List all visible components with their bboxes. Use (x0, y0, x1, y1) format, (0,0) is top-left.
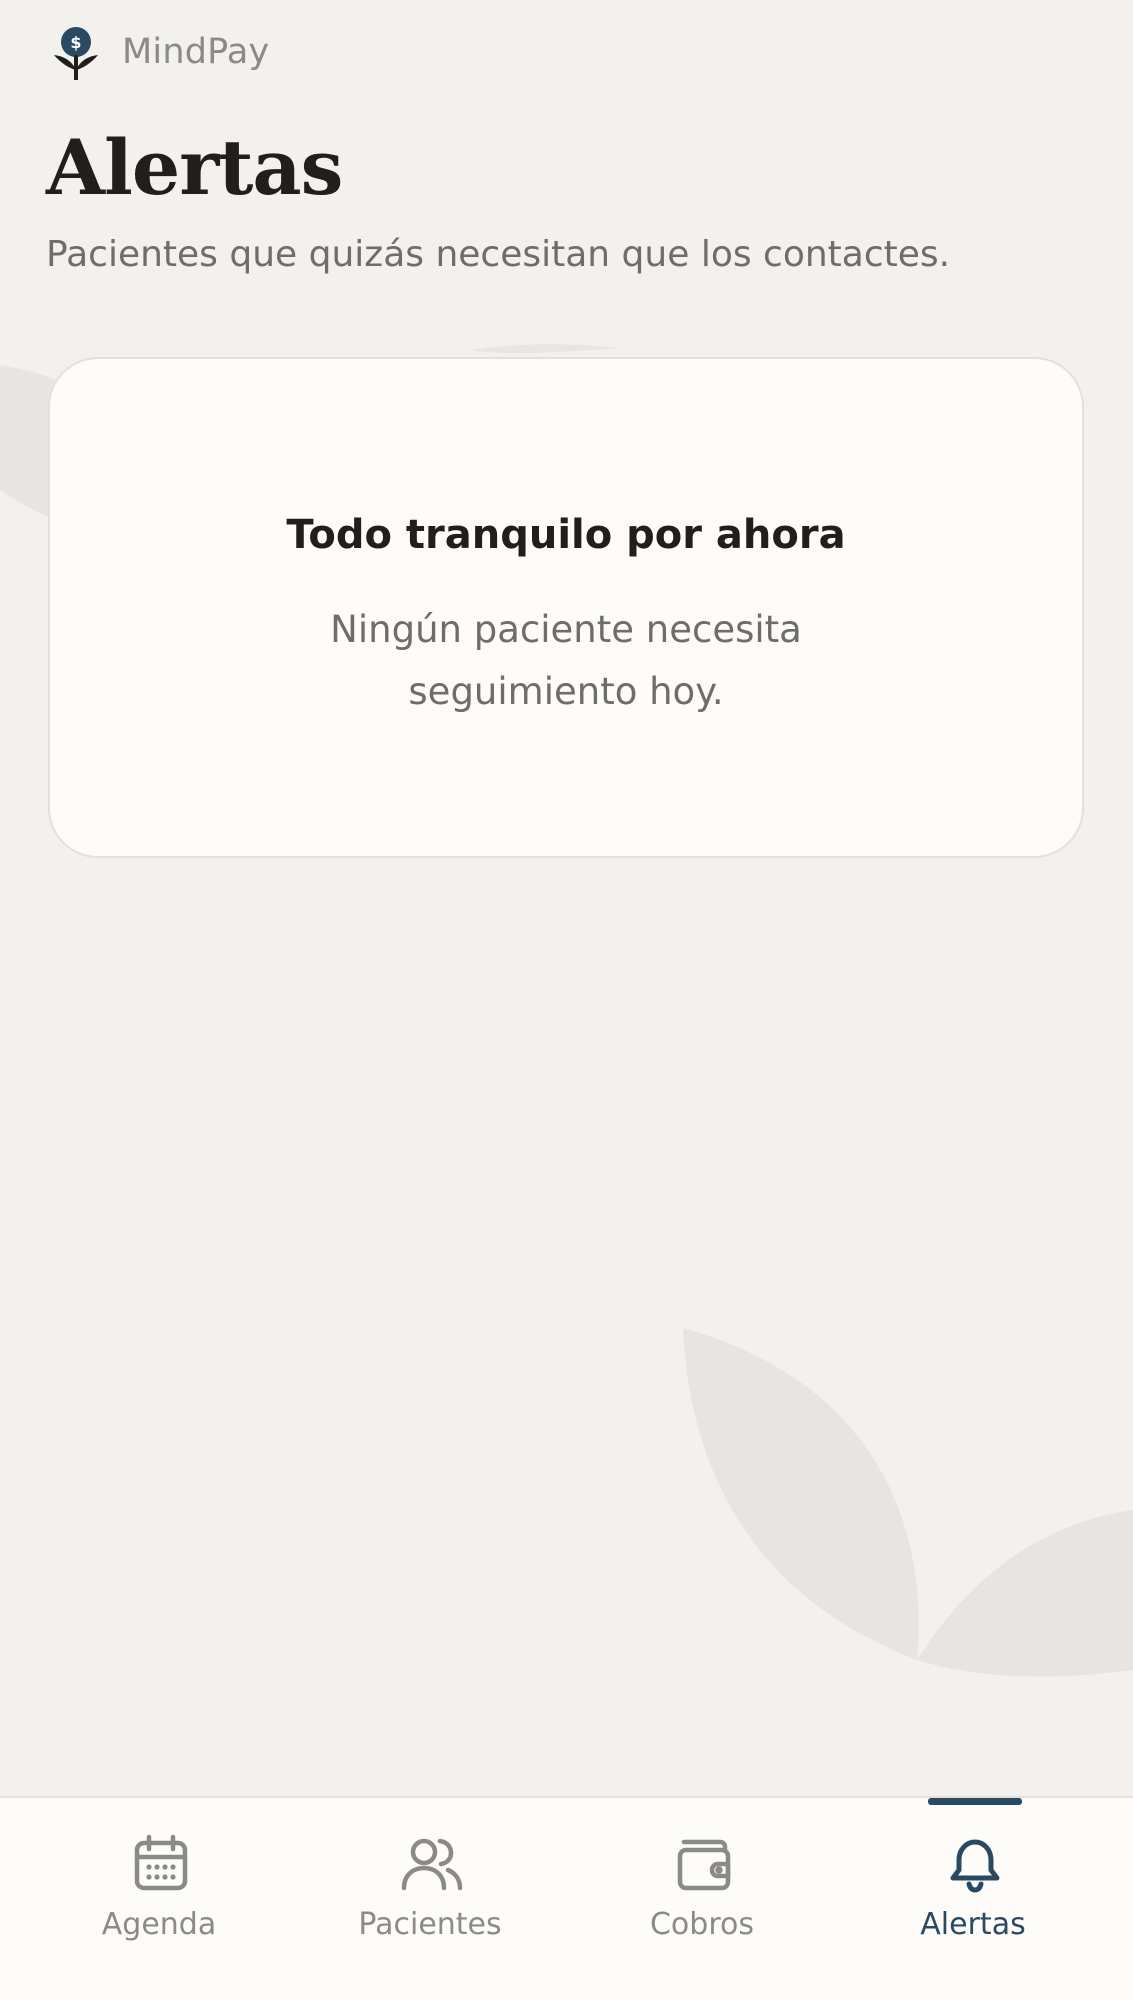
users-icon (401, 1838, 463, 1891)
nav-label-cobros: Cobros (649, 1907, 754, 1942)
empty-state-title: Todo tranquilo por ahora (286, 512, 846, 558)
flower-dollar-icon: $ (54, 27, 98, 80)
empty-state-message: Ningún paciente necesita seguimiento hoy… (330, 608, 802, 713)
wallet-icon (677, 1839, 731, 1891)
app-brand: $ MindPay (50, 24, 269, 80)
nav-item-alertas[interactable]: Alertas (853, 1798, 1093, 2000)
nav-item-agenda[interactable]: Agenda (39, 1798, 279, 2000)
bell-icon (950, 1839, 1000, 1893)
svg-text:$: $ (70, 33, 81, 52)
calendar-icon (134, 1834, 188, 1891)
nav-label-pacientes: Pacientes (358, 1907, 502, 1942)
empty-state-card: Todo tranquilo por ahora Ningún paciente… (48, 357, 1084, 858)
background-leaves-decoration (0, 344, 1133, 1677)
nav-label-agenda: Agenda (101, 1907, 217, 1942)
page-title: Alertas (46, 123, 343, 212)
page-subtitle: Pacientes que quizás necesitan que los c… (46, 234, 951, 275)
nav-label-alertas: Alertas (920, 1907, 1026, 1942)
active-tab-indicator (928, 1798, 1022, 1805)
app-name: MindPay (122, 32, 270, 72)
nav-item-pacientes[interactable]: Pacientes (310, 1798, 550, 2000)
bottom-navigation: Agenda Pacientes Cobros Alertas (0, 1796, 1133, 2000)
nav-item-cobros[interactable]: Cobros (582, 1798, 822, 2000)
